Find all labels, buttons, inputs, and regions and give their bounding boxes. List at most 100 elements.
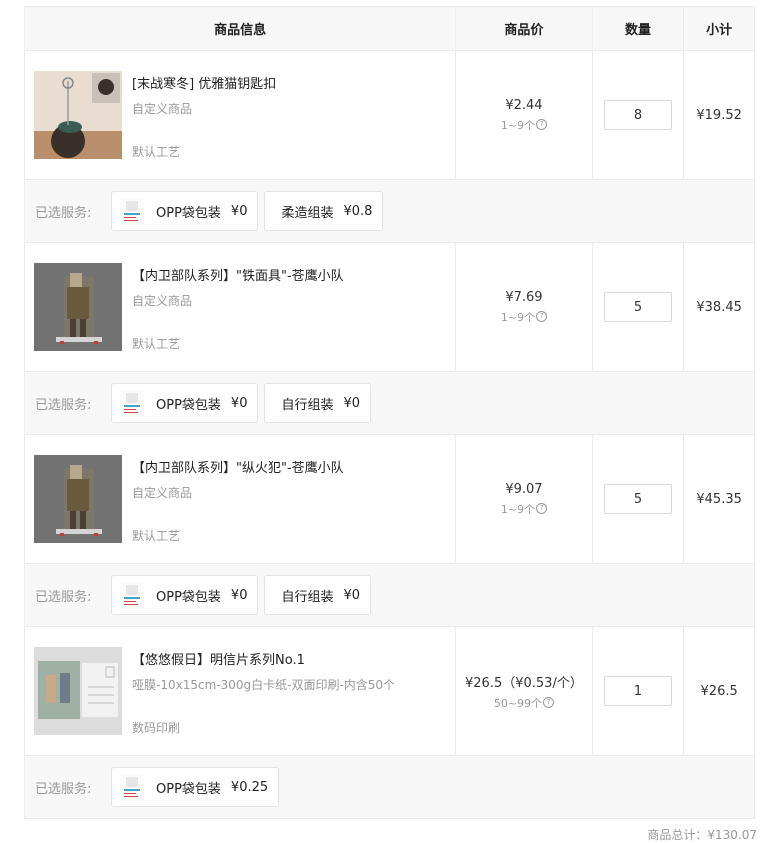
product-info-cell: 【内卫部队系列】"铁面具"-苍鹰小队自定义商品默认工艺 — [25, 243, 455, 371]
header-price: 商品价 — [455, 7, 591, 50]
quantity-tier: 1~9个? — [500, 501, 548, 517]
product-spec: 自定义商品 — [132, 102, 193, 116]
header-subtotal: 小计 — [683, 7, 754, 50]
selected-services-row: 已选服务: OPP袋包装 ¥0.25 — [25, 756, 754, 819]
service-name: OPP袋包装 — [156, 205, 221, 221]
service-chip[interactable]: 自行组装 ¥0 — [264, 383, 372, 423]
service-chip[interactable]: OPP袋包装 ¥0 — [111, 191, 259, 231]
cart-item-row: 【内卫部队系列】"铁面具"-苍鹰小队自定义商品默认工艺 ¥7.69 1~9个? ¥38… — [25, 243, 754, 372]
help-icon[interactable]: ? — [536, 119, 548, 130]
product-info-cell: 【内卫部队系列】"纵火犯"-苍鹰小队自定义商品默认工艺 — [25, 435, 455, 563]
unit-price: ¥7.69 — [505, 289, 543, 305]
product-craft: 默认工艺 — [132, 337, 181, 351]
qty-cell — [591, 435, 684, 563]
product-thumbnail[interactable] — [34, 71, 122, 159]
product-thumbnail[interactable] — [34, 455, 122, 543]
services-label: 已选服务: — [35, 397, 92, 413]
help-icon[interactable]: ? — [536, 311, 548, 322]
service-price: ¥0 — [230, 395, 248, 411]
product-name[interactable]: 【悠悠假日】明信片系列No.1 — [132, 649, 395, 668]
services-label: 已选服务: — [35, 589, 92, 605]
tier-range: 1~9个 — [500, 118, 536, 132]
selected-services-row: 已选服务: OPP袋包装 ¥0 自行组装 ¥0 — [25, 564, 754, 627]
service-price: ¥0 — [343, 587, 361, 603]
product-thumbnail[interactable] — [34, 647, 122, 735]
service-name: 柔造组装 — [281, 205, 334, 221]
service-name: OPP袋包装 — [156, 589, 221, 605]
header-info: 商品信息 — [214, 23, 267, 38]
cart-table: 商品信息 商品价 数量 小计 [末战寒冬] 优雅猫钥匙扣 自定义商品 默认工艺 ¥2.… — [24, 6, 755, 819]
quantity-input[interactable] — [603, 100, 672, 130]
product-info-cell: 【悠悠假日】明信片系列No.1 哑膜-10x15cm-300g白卡纸-双面印刷-内… — [25, 627, 455, 755]
services-label: 已选服务: — [35, 205, 92, 221]
subtotal-cell: ¥26.5 — [683, 627, 754, 755]
help-icon[interactable]: ? — [543, 697, 555, 708]
cart-item-row: 【内卫部队系列】"纵火犯"-苍鹰小队自定义商品默认工艺 ¥9.07 1~9个? ¥45… — [25, 435, 754, 564]
item-subtotal: ¥26.5 — [700, 683, 738, 699]
tier-range: 1~9个 — [500, 502, 536, 516]
quantity-tier: 50~99个? — [493, 695, 555, 711]
selected-services-row: 已选服务: OPP袋包装 ¥0 自行组装 ¥0 — [25, 372, 754, 435]
service-price: ¥0 — [230, 587, 248, 603]
service-price: ¥0.25 — [230, 779, 269, 795]
services-label: 已选服务: — [35, 781, 92, 797]
tier-range: 1~9个 — [500, 310, 536, 324]
product-craft: 默认工艺 — [132, 145, 181, 159]
opp-bag-icon — [120, 582, 144, 608]
qty-cell — [591, 627, 684, 755]
service-name: OPP袋包装 — [156, 397, 221, 413]
price-cell: ¥2.44 1~9个? — [455, 51, 591, 179]
service-chip[interactable]: 柔造组装 ¥0.8 — [264, 191, 384, 231]
cart-item-row: 【悠悠假日】明信片系列No.1 哑膜-10x15cm-300g白卡纸-双面印刷-内… — [25, 627, 754, 756]
selected-services-row: 已选服务: OPP袋包装 ¥0 柔造组装 ¥0.8 — [25, 180, 754, 243]
service-name: 自行组装 — [281, 397, 334, 413]
product-thumbnail[interactable] — [34, 263, 122, 351]
service-name: OPP袋包装 — [156, 781, 221, 797]
unit-price: ¥9.07 — [505, 481, 543, 497]
product-spec: 哑膜-10x15cm-300g白卡纸-双面印刷-内含50个 — [132, 678, 396, 692]
subtotal-cell: ¥19.52 — [683, 51, 754, 179]
service-chip[interactable]: OPP袋包装 ¥0.25 — [111, 767, 280, 807]
price-cell: ¥26.5（¥0.53/个） 50~99个? — [455, 627, 591, 755]
product-spec: 自定义商品 — [132, 294, 193, 308]
subtotal-cell: ¥38.45 — [683, 243, 754, 371]
service-name: 自行组装 — [281, 589, 334, 605]
item-subtotal: ¥45.35 — [696, 491, 742, 507]
header-qty: 数量 — [591, 7, 684, 50]
help-icon[interactable]: ? — [536, 503, 548, 514]
product-spec: 自定义商品 — [132, 486, 193, 500]
cart-rows: [末战寒冬] 优雅猫钥匙扣自定义商品默认工艺¥2.441~9个?¥19.52已选… — [25, 51, 754, 819]
opp-bag-icon — [120, 774, 144, 800]
qty-cell — [591, 243, 684, 371]
unit-price: ¥26.5（¥0.53/个） — [465, 675, 583, 691]
subtotal-cell: ¥45.35 — [683, 435, 754, 563]
quantity-tier: 1~9个? — [500, 309, 548, 325]
item-subtotal: ¥19.52 — [696, 107, 742, 123]
quantity-input[interactable] — [603, 676, 672, 706]
quantity-input[interactable] — [603, 292, 672, 322]
price-cell: ¥7.69 1~9个? — [455, 243, 591, 371]
service-price: ¥0 — [343, 395, 361, 411]
opp-bag-icon — [120, 198, 144, 224]
cart-item-row: [末战寒冬] 优雅猫钥匙扣自定义商品默认工艺 ¥2.44 1~9个? ¥19.52 — [25, 51, 754, 180]
product-craft: 默认工艺 — [132, 529, 181, 543]
service-price: ¥0.8 — [343, 203, 373, 219]
tier-range: 50~99个 — [493, 696, 543, 710]
service-chip[interactable]: 自行组装 ¥0 — [264, 575, 372, 615]
price-cell: ¥9.07 1~9个? — [455, 435, 591, 563]
item-subtotal: ¥38.45 — [696, 299, 742, 315]
opp-bag-icon — [120, 390, 144, 416]
quantity-tier: 1~9个? — [500, 117, 548, 133]
service-price: ¥0 — [230, 203, 248, 219]
service-chip[interactable]: OPP袋包装 ¥0 — [111, 575, 259, 615]
quantity-input[interactable] — [603, 484, 672, 514]
product-info-cell: [末战寒冬] 优雅猫钥匙扣自定义商品默认工艺 — [25, 51, 455, 179]
product-craft: 数码印刷 — [132, 721, 181, 735]
unit-price: ¥2.44 — [505, 97, 543, 113]
product-name[interactable]: 【内卫部队系列】"铁面具"-苍鹰小队 — [132, 265, 344, 284]
table-header: 商品信息 商品价 数量 小计 — [25, 7, 754, 51]
product-name[interactable]: 【内卫部队系列】"纵火犯"-苍鹰小队 — [132, 457, 344, 476]
qty-cell — [591, 51, 684, 179]
service-chip[interactable]: OPP袋包装 ¥0 — [111, 383, 259, 423]
product-name[interactable]: [末战寒冬] 优雅猫钥匙扣 — [132, 73, 276, 92]
